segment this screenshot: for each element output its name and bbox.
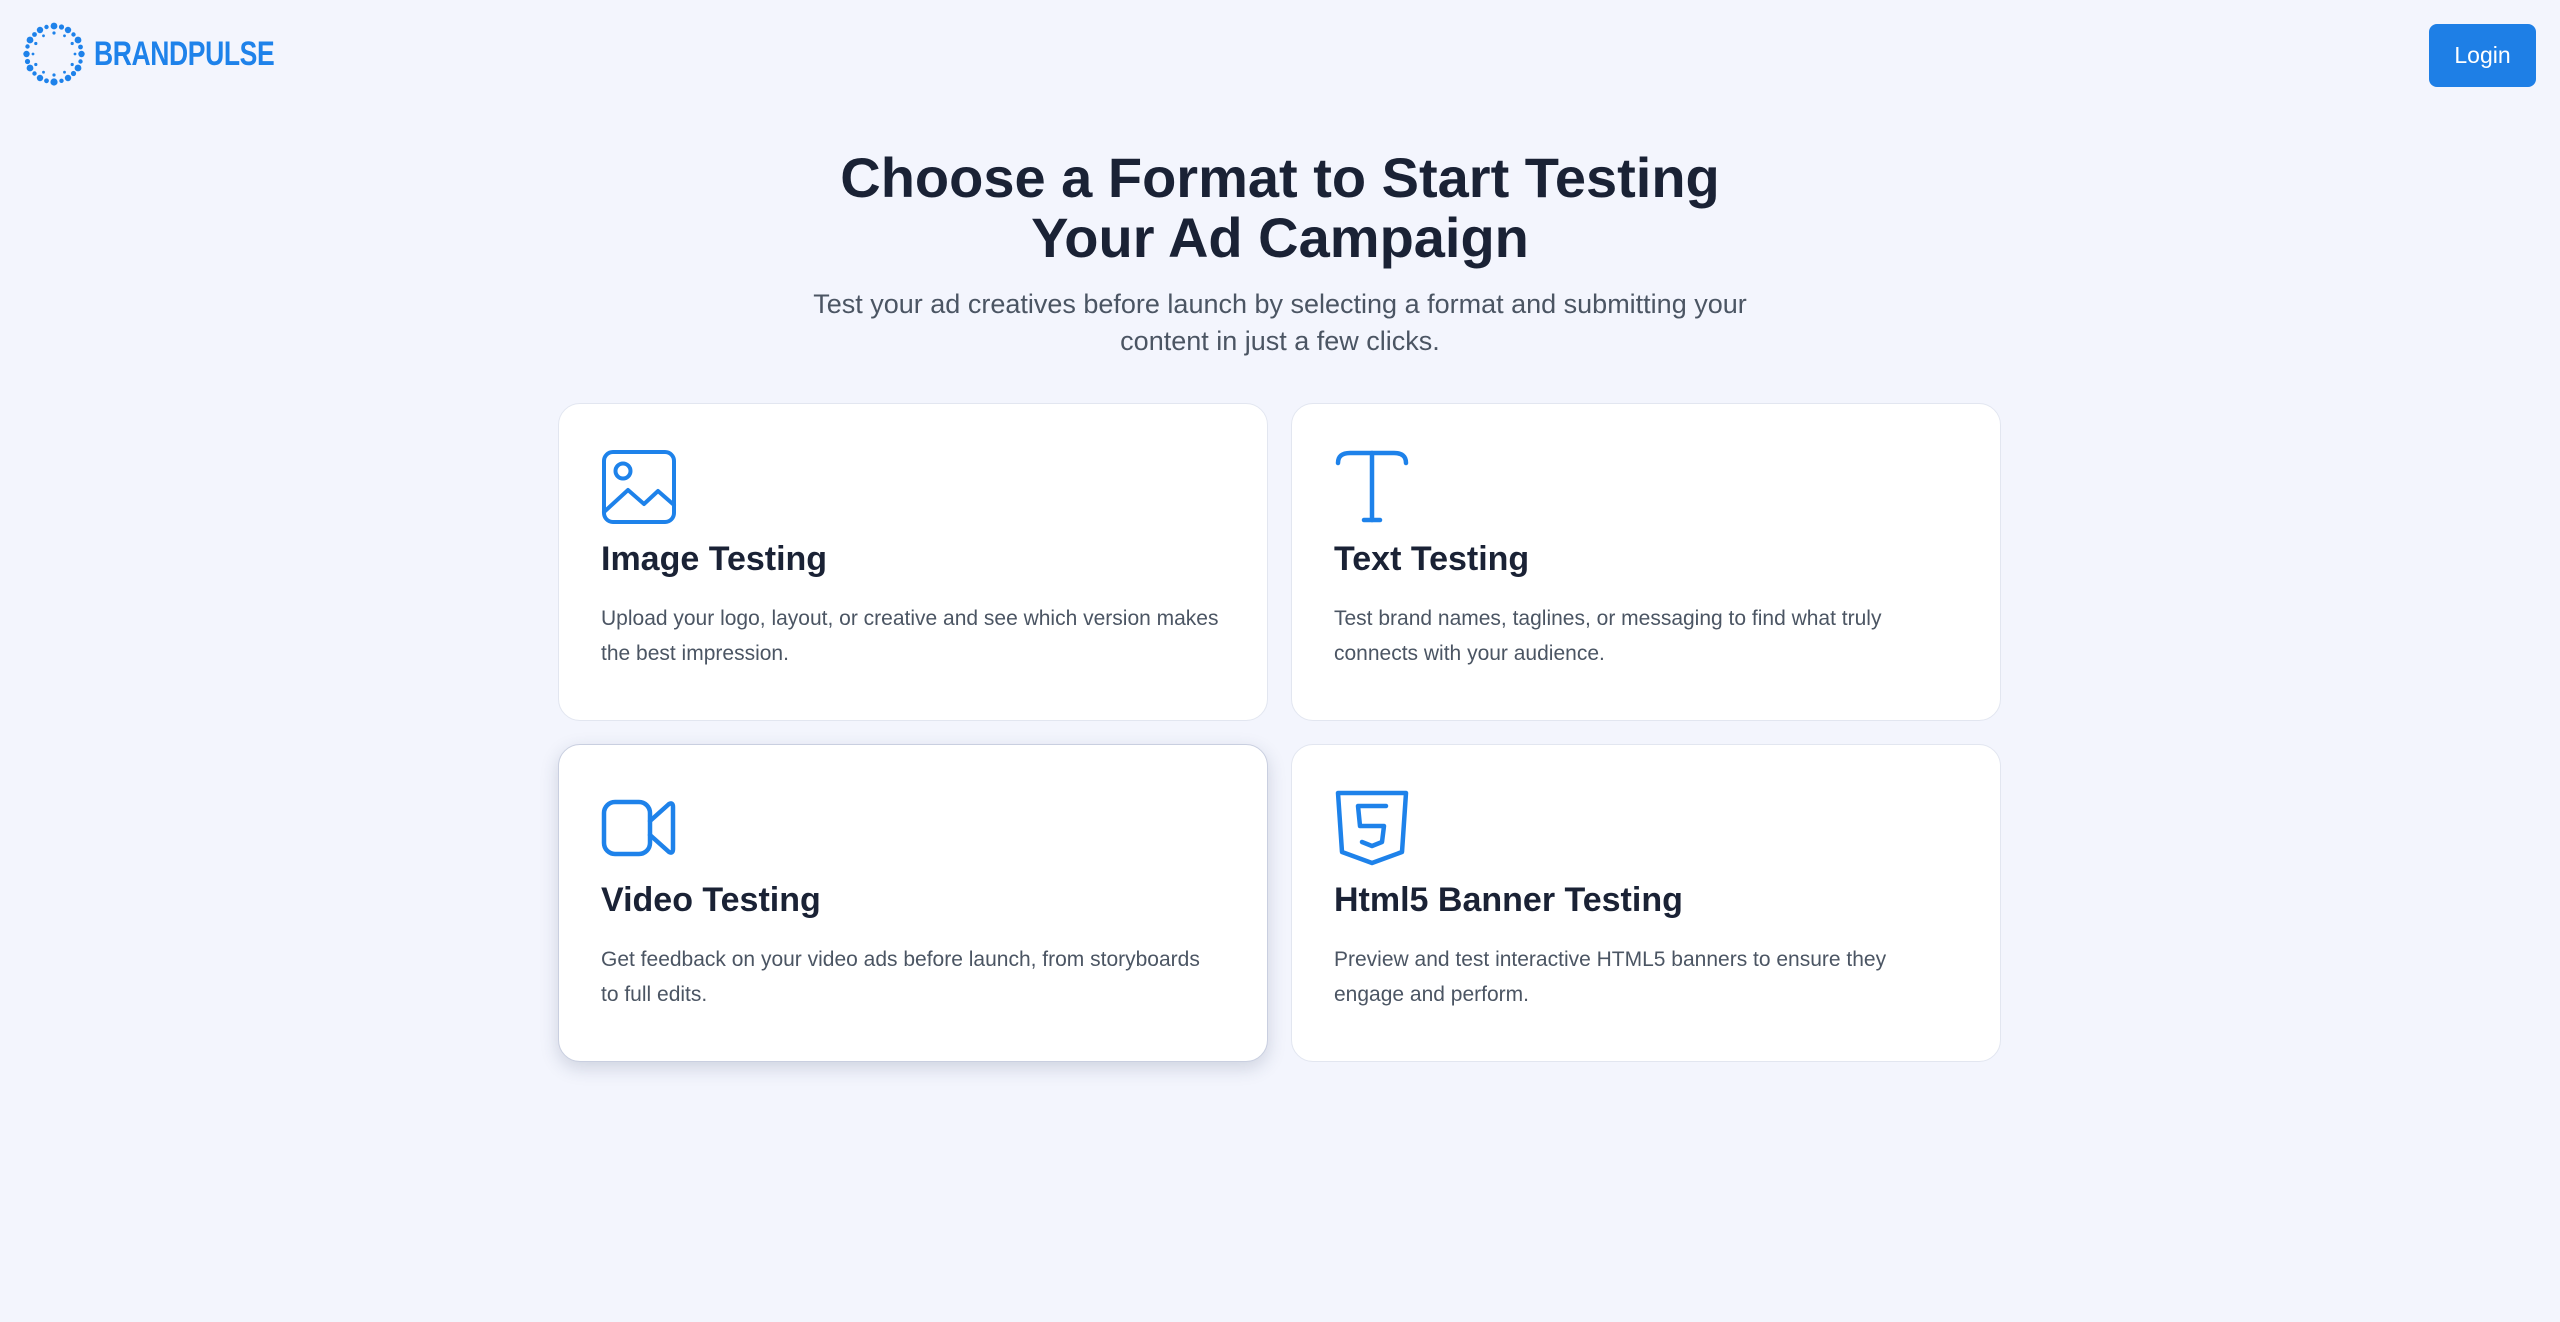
card-title: Html5 Banner Testing (1334, 881, 1683, 919)
card-title: Text Testing (1334, 540, 1530, 578)
brandpulse-logo-icon (23, 22, 85, 86)
brand-name: BRANDPULSE (94, 34, 275, 73)
card-description: Test brand names, taglines, or messaging… (1334, 607, 1882, 665)
video-testing-card[interactable]: Video Testing Get feedback on your video… (558, 744, 1268, 1062)
image-icon (602, 450, 676, 524)
card-title: Image Testing (601, 540, 828, 578)
top-header: BRANDPULSE Login (0, 0, 2560, 112)
brand-logo[interactable]: BRANDPULSE (22, 22, 325, 86)
text-testing-card[interactable]: Text Testing Test brand names, taglines,… (1291, 403, 2001, 721)
page-subtitle: Test your ad creatives before launch by … (813, 289, 1747, 356)
card-title: Video Testing (601, 881, 821, 919)
html5-icon (1335, 790, 1409, 866)
page-title: Choose a Format to Start Testing Your Ad… (840, 146, 1720, 269)
login-button[interactable]: Login (2429, 24, 2536, 87)
card-description: Upload your logo, layout, or creative an… (601, 607, 1219, 665)
card-description: Preview and test interactive HTML5 banne… (1334, 948, 1887, 1006)
format-card-grid: Image Testing Upload your logo, layout, … (558, 403, 2002, 1062)
card-description: Get feedback on your video ads before la… (601, 948, 1200, 1006)
html5-banner-testing-card[interactable]: Html5 Banner Testing Preview and test in… (1291, 744, 2001, 1062)
text-type-icon (1335, 450, 1409, 523)
image-testing-card[interactable]: Image Testing Upload your logo, layout, … (558, 403, 1268, 721)
hero-section: Choose a Format to Start Testing Your Ad… (0, 148, 2560, 360)
video-camera-icon (601, 799, 676, 857)
